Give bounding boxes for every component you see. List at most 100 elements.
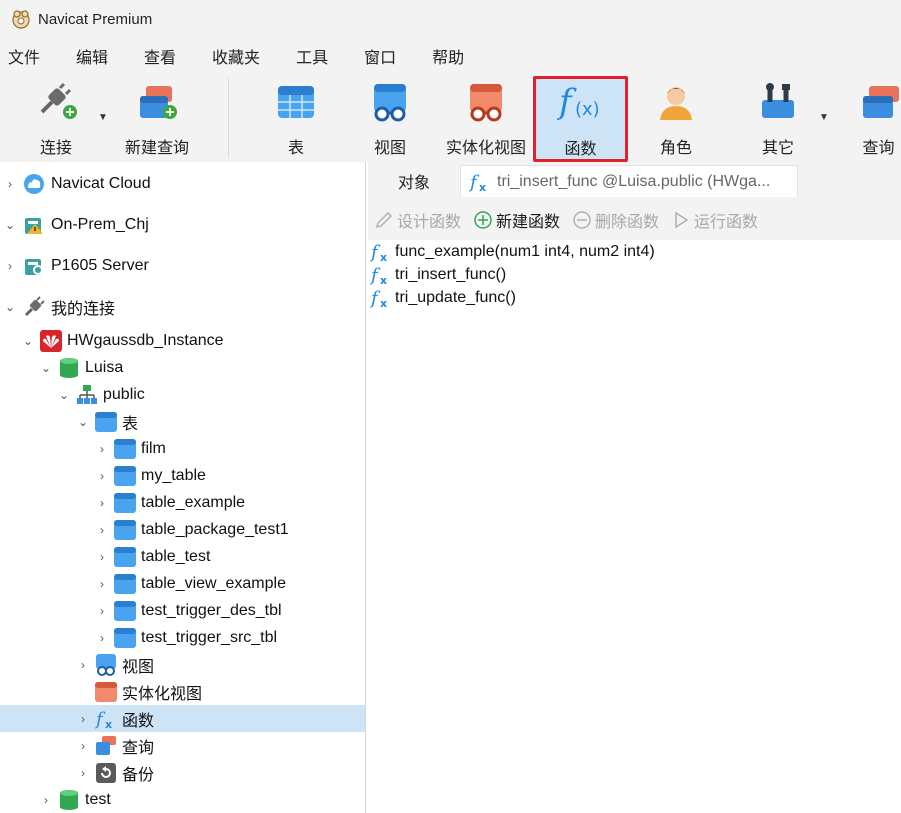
- connect-dropdown-icon[interactable]: ▼: [98, 112, 108, 123]
- tree-item-table-table-view-example[interactable]: › table_view_example: [0, 570, 365, 597]
- tree-item-tables-folder[interactable]: ⌄ 表: [0, 408, 365, 435]
- plug-icon: [22, 295, 46, 319]
- tree-item-label: 视图: [122, 658, 155, 676]
- chevron-right-icon[interactable]: ›: [94, 630, 110, 646]
- tree-item-table-table-package-test1[interactable]: › table_package_test1: [0, 516, 365, 543]
- tree-item-table-table-test[interactable]: › table_test: [0, 543, 365, 570]
- chevron-down-icon[interactable]: ⌄: [2, 217, 18, 233]
- chevron-right-icon[interactable]: ›: [38, 792, 54, 808]
- tree-item-label: 我的连接: [51, 300, 116, 318]
- chevron-down-icon[interactable]: ⌄: [20, 333, 36, 349]
- list-item[interactable]: fx func_example(num1 int4, num2 int4): [370, 240, 655, 264]
- tree-item-backups-folder[interactable]: › 备份: [0, 759, 365, 786]
- tree-item-p1605-server[interactable]: › P1605 Server: [0, 252, 365, 279]
- svg-text:x: x: [380, 297, 387, 309]
- chevron-down-icon[interactable]: ⌄: [75, 414, 91, 430]
- tree-item-my-connections[interactable]: ⌄ 我的连接: [0, 293, 365, 320]
- materialized-view-label: 实体化视图: [445, 140, 526, 157]
- tree-item-on-prem[interactable]: ⌄ On-Prem_Chj: [0, 211, 365, 238]
- chevron-right-icon[interactable]: ›: [75, 738, 91, 754]
- tree-item-table-film[interactable]: › film: [0, 435, 365, 462]
- chevron-right-icon[interactable]: ›: [75, 711, 91, 727]
- tab-objects[interactable]: 对象: [368, 169, 460, 193]
- menu-favorites[interactable]: 收藏夹: [204, 44, 268, 68]
- chevron-down-icon[interactable]: ⌄: [56, 387, 72, 403]
- tree-item-test-database[interactable]: › test: [0, 786, 365, 813]
- menu-tools[interactable]: 工具: [288, 44, 336, 68]
- menu-view[interactable]: 查看: [136, 44, 184, 68]
- tree-item-navicat-cloud[interactable]: › Navicat Cloud: [0, 170, 365, 197]
- tree-item-table-test-trigger-src-tbl[interactable]: › test_trigger_src_tbl: [0, 624, 365, 651]
- new-function-button[interactable]: 新建函数: [473, 208, 560, 232]
- tree-item-public-schema[interactable]: ⌄ public: [0, 381, 365, 408]
- chevron-right-icon[interactable]: ›: [2, 258, 18, 274]
- svg-text:(x): (x): [575, 99, 600, 120]
- chevron-right-icon[interactable]: ›: [94, 468, 110, 484]
- menu-edit[interactable]: 编辑: [68, 44, 116, 68]
- design-function-label: 设计函数: [397, 214, 462, 231]
- tree-item-views-folder[interactable]: › 视图: [0, 651, 365, 678]
- tree-item-luisa-database[interactable]: ⌄ Luisa: [0, 354, 365, 381]
- tree-item-table-test-trigger-des-tbl[interactable]: › test_trigger_des_tbl: [0, 597, 365, 624]
- tree-item-table-my-table[interactable]: › my_table: [0, 462, 365, 489]
- run-function-button[interactable]: 运行函数: [671, 208, 758, 232]
- chevron-down-icon[interactable]: ⌄: [2, 299, 18, 315]
- tab-function-editor[interactable]: fx tri_insert_func @Luisa.public (HWga..…: [460, 165, 799, 197]
- chevron-down-icon[interactable]: ⌄: [38, 360, 54, 376]
- query-icon: [862, 86, 899, 118]
- delete-function-button[interactable]: 删除函数: [572, 208, 659, 232]
- chevron-right-icon[interactable]: ›: [94, 441, 110, 457]
- chevron-right-icon[interactable]: ›: [94, 603, 110, 619]
- chevron-right-icon[interactable]: ›: [94, 549, 110, 565]
- tree-item-queries-folder[interactable]: › 查询: [0, 732, 365, 759]
- backup-icon: [95, 762, 117, 784]
- chevron-right-icon[interactable]: ›: [2, 176, 18, 192]
- object-toolbar: 设计函数 新建函数 删除函数 运行函数: [368, 200, 901, 240]
- query-label: 查询: [862, 140, 895, 157]
- menu-file[interactable]: 文件: [0, 44, 48, 68]
- pencil-icon: [374, 210, 394, 230]
- view-button[interactable]: 视图: [366, 78, 414, 160]
- list-item[interactable]: fx tri_update_func(): [370, 286, 516, 310]
- chevron-right-icon[interactable]: ›: [94, 576, 110, 592]
- tree-item-label: 表: [122, 415, 139, 433]
- tree-item-label: my_table: [141, 466, 206, 484]
- function-button[interactable]: f (x) 函数: [533, 76, 628, 162]
- connect-button[interactable]: 连接: [30, 78, 82, 160]
- materialized-view-button[interactable]: 实体化视图: [442, 78, 530, 160]
- design-function-button[interactable]: 设计函数: [374, 208, 461, 232]
- function-fx-icon: fx: [370, 241, 392, 263]
- chevron-right-icon[interactable]: ›: [94, 522, 110, 538]
- tree-item-label: HWgaussdb_Instance: [67, 331, 224, 349]
- chevron-right-icon[interactable]: ›: [75, 657, 91, 673]
- function-fx-icon: fx: [370, 264, 392, 286]
- play-icon: [671, 210, 691, 230]
- role-button[interactable]: 角色: [652, 78, 700, 160]
- other-button[interactable]: 其它: [754, 78, 802, 160]
- menu-help[interactable]: 帮助: [424, 44, 472, 68]
- toolbar-separator: [228, 78, 229, 158]
- table-button[interactable]: 表: [272, 78, 320, 160]
- tree-item-hwgaussdb-instance[interactable]: ⌄ HWgaussdb_Instance: [0, 327, 365, 354]
- tree-item-label: 查询: [122, 739, 155, 757]
- tree-item-functions-folder[interactable]: › fx 函数: [0, 705, 365, 732]
- menu-window[interactable]: 窗口: [356, 44, 404, 68]
- server-icon: [22, 254, 46, 278]
- table-icon: [114, 465, 136, 487]
- query-button[interactable]: 查询: [856, 78, 901, 160]
- tree-item-label: public: [103, 385, 145, 403]
- list-item[interactable]: fx tri_insert_func(): [370, 263, 506, 287]
- tree-item-label: 备份: [122, 766, 155, 784]
- tree-item-table-table-example[interactable]: › table_example: [0, 489, 365, 516]
- new-query-button[interactable]: 新建查询: [122, 78, 192, 160]
- tree-item-materialized-views-folder[interactable]: 实体化视图: [0, 678, 365, 705]
- user-role-icon: [660, 87, 692, 120]
- on-prem-server-icon: [22, 213, 46, 237]
- table-icon: [278, 86, 314, 118]
- tab-bar: 对象 fx tri_insert_func @Luisa.public (HWg…: [368, 162, 901, 200]
- chevron-right-icon[interactable]: ›: [94, 495, 110, 511]
- tree-item-label: test_trigger_des_tbl: [141, 601, 282, 619]
- huawei-icon: [40, 329, 62, 352]
- other-dropdown-icon[interactable]: ▼: [819, 112, 829, 123]
- chevron-right-icon[interactable]: ›: [75, 765, 91, 781]
